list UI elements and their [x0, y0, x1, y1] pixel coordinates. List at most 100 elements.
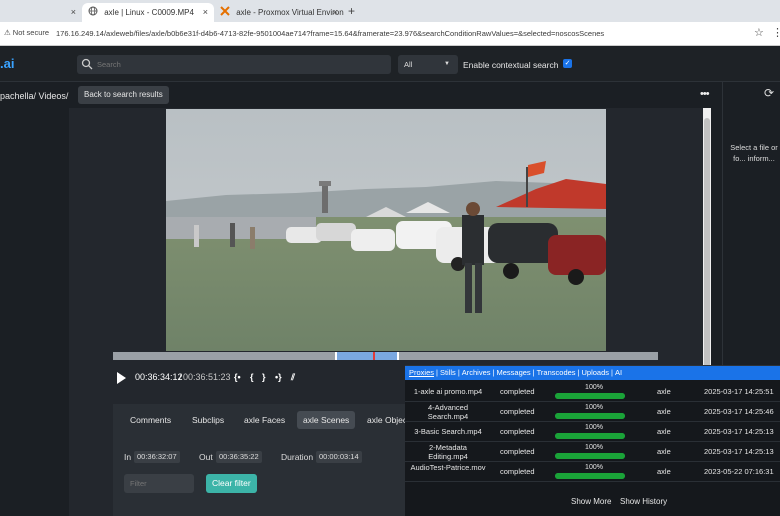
bookmark-star-icon[interactable]: ☆: [754, 26, 764, 39]
job-progress-text: 100%: [585, 424, 603, 431]
breadcrumb[interactable]: pachella/ Videos/: [0, 91, 68, 101]
current-time: 00:36:34:12: [135, 372, 183, 382]
tab-subclips[interactable]: Subclips: [186, 411, 230, 429]
refresh-icon[interactable]: ⟳: [764, 86, 774, 100]
app-logo[interactable]: .ai: [0, 56, 14, 71]
job-user: axle: [657, 467, 671, 476]
job-user: axle: [657, 387, 671, 396]
browser-tab-3[interactable]: axle - Proxmox Virtual Environ... ×: [214, 3, 344, 22]
jobs-tab-messages[interactable]: Messages: [496, 368, 530, 377]
total-duration: 00:36:51:23: [183, 372, 231, 382]
scope-select[interactable]: All ▼: [398, 55, 458, 74]
job-status: completed: [500, 427, 535, 436]
timeline-scrubber[interactable]: [113, 352, 658, 360]
job-progress-bar: [555, 433, 625, 439]
tab-title: axle - Proxmox Virtual Environ...: [236, 8, 344, 17]
job-status: completed: [500, 467, 535, 476]
browser-menu-icon[interactable]: ⋮: [772, 26, 780, 39]
url-field[interactable]: 176.16.249.14/axleweb/files/axle/b0b6e31…: [56, 29, 604, 38]
job-time: 2025-03-17 14:25:51: [704, 387, 774, 396]
jobs-tab-stills[interactable]: Stills: [440, 368, 456, 377]
job-progress-bar: [555, 453, 625, 459]
job-status: completed: [500, 407, 535, 416]
mark-in-icon[interactable]: {•: [234, 372, 241, 382]
jobs-tabs: Proxies | Stills | Archives | Messages | Transco…: [405, 366, 780, 380]
mark-out-icon[interactable]: •}: [275, 372, 282, 382]
browser-tab-2[interactable]: axle | Linux - C0009.MP4 ×: [82, 3, 214, 22]
more-options-icon[interactable]: •••: [700, 88, 710, 100]
tab-axle-faces[interactable]: axle Faces: [238, 411, 291, 429]
job-status: completed: [500, 387, 535, 396]
job-time: 2025-03-17 14:25:13: [704, 427, 774, 436]
job-progress-text: 100%: [585, 464, 603, 471]
search-icon: [81, 58, 93, 70]
clear-marks-icon[interactable]: ⫽: [291, 372, 295, 383]
browser-tab-bar: × axle | Linux - C0009.MP4 × axle - Prox…: [0, 0, 780, 22]
table-row[interactable]: 1-axle ai promo.mp4 completed 100% axle …: [405, 382, 780, 402]
table-row[interactable]: AudioTest-Patrice.mov completed 100% axl…: [405, 462, 780, 482]
close-tab-icon[interactable]: ×: [203, 3, 208, 22]
in-timecode[interactable]: 00:36:32:07: [134, 451, 180, 463]
video-frame[interactable]: [166, 109, 606, 351]
job-time: 2025-03-17 14:25:13: [704, 447, 774, 456]
tab-title: axle | Linux - C0009.MP4: [104, 8, 194, 17]
jobs-tab-proxies[interactable]: Proxies: [409, 368, 434, 377]
video-image: [166, 109, 606, 351]
table-row[interactable]: 2-Metadata Editing.mp4 completed 100% ax…: [405, 442, 780, 462]
jobs-tab-uploads[interactable]: Uploads: [581, 368, 609, 377]
table-row[interactable]: 3-Basic Search.mp4 completed 100% axle 2…: [405, 422, 780, 442]
table-row[interactable]: 4-Advanced Search.mp4 completed 100% axl…: [405, 402, 780, 422]
jobs-tab-ai[interactable]: AI: [615, 368, 622, 377]
scrollbar-thumb[interactable]: [704, 118, 710, 370]
show-more-link[interactable]: Show More: [571, 497, 611, 506]
set-in-icon[interactable]: {: [250, 372, 254, 382]
clear-filter-button[interactable]: Clear filter: [206, 474, 257, 493]
job-name: 1-axle ai promo.mp4: [413, 387, 483, 396]
duration-label: Duration: [281, 452, 314, 462]
vertical-scrollbar[interactable]: [703, 108, 711, 370]
tab-axle-scenes[interactable]: axle Scenes: [297, 411, 356, 429]
job-progress-bar: [555, 473, 625, 479]
proxmox-icon: [220, 4, 230, 16]
playhead[interactable]: [373, 352, 375, 360]
right-panel-info: Select a file or fo... inform...: [730, 143, 778, 163]
duration-timecode[interactable]: 00:00:03:14: [316, 451, 362, 463]
caret-down-icon: ▼: [444, 61, 450, 67]
selection-range[interactable]: [335, 352, 399, 360]
job-progress-text: 100%: [585, 404, 603, 411]
jobs-tab-transcodes[interactable]: Transcodes: [537, 368, 576, 377]
back-to-search-button[interactable]: Back to search results: [78, 86, 169, 104]
in-label: In: [124, 452, 132, 462]
new-tab-button[interactable]: +: [348, 3, 355, 20]
browser-tab-1[interactable]: ×: [0, 3, 82, 22]
job-time: 2023-05-22 07:16:31: [704, 467, 774, 476]
job-name: 4-Advanced Search.mp4: [427, 403, 469, 421]
job-name: 2-Metadata Editing.mp4: [428, 443, 468, 461]
out-timecode[interactable]: 00:36:35:22: [216, 451, 262, 463]
out-label: Out: [199, 452, 213, 462]
close-tab-icon[interactable]: ×: [71, 3, 76, 22]
time-separator: /: [179, 372, 182, 382]
filter-input[interactable]: [124, 474, 194, 493]
play-button[interactable]: [117, 372, 126, 384]
globe-icon: [88, 4, 98, 16]
not-secure-badge[interactable]: ⚠ Not secure: [4, 28, 49, 37]
contextual-search-checkbox[interactable]: ✓: [563, 59, 572, 68]
job-name: 3-Basic Search.mp4: [414, 427, 482, 436]
set-out-icon[interactable]: }: [262, 372, 266, 382]
job-progress-bar: [555, 413, 625, 419]
job-user: axle: [657, 447, 671, 456]
tab-comments[interactable]: Comments: [124, 411, 177, 429]
job-progress-text: 100%: [585, 384, 603, 391]
search-box[interactable]: [77, 55, 391, 74]
job-status: completed: [500, 447, 535, 456]
search-input[interactable]: [97, 57, 377, 72]
job-time: 2025-03-17 14:25:46: [704, 407, 774, 416]
address-bar: ⚠ Not secure 176.16.249.14/axleweb/files…: [0, 22, 780, 46]
app-header: .ai All ▼ Enable contextual search ✓: [0, 47, 780, 82]
show-history-link[interactable]: Show History: [620, 497, 667, 506]
job-user: axle: [657, 427, 671, 436]
job-progress-bar: [555, 393, 625, 399]
jobs-tab-archives[interactable]: Archives: [462, 368, 491, 377]
close-tab-icon[interactable]: ×: [333, 3, 338, 22]
